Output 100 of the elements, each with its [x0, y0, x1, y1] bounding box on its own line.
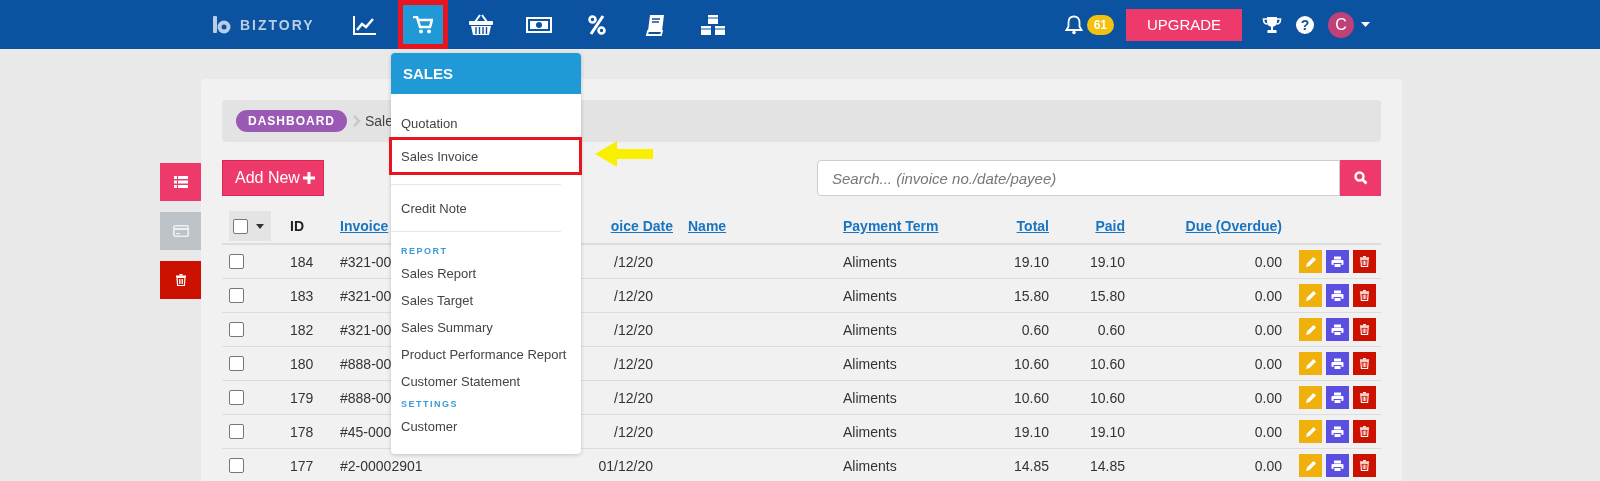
delete-button[interactable]	[1353, 454, 1376, 477]
menu-item[interactable]: Sales Report	[391, 260, 581, 287]
table-cell: 0.00	[1254, 457, 1282, 474]
print-button[interactable]	[1326, 420, 1349, 443]
delete-button[interactable]	[1353, 284, 1376, 307]
checkbox[interactable]	[233, 218, 248, 234]
chevron-icon	[353, 115, 361, 127]
bell-icon[interactable]	[1064, 14, 1083, 35]
menu-item[interactable]: Sales Summary	[391, 314, 581, 341]
table-cell: 182	[290, 321, 314, 338]
print-button[interactable]	[1326, 352, 1349, 375]
help-icon[interactable]: ?	[1296, 15, 1314, 34]
print-button[interactable]	[1326, 250, 1349, 273]
printer-icon	[1331, 255, 1344, 268]
table-cell: #321-00	[340, 287, 392, 304]
delete-button[interactable]	[1353, 352, 1376, 375]
checkbox[interactable]	[229, 254, 244, 269]
select-all-control[interactable]	[229, 211, 271, 241]
menu-item[interactable]: Credit Note	[391, 195, 581, 222]
delete-button[interactable]	[1353, 318, 1376, 341]
trash-icon	[174, 274, 187, 286]
search-button[interactable]	[1340, 160, 1381, 196]
table-cell: 15.80	[1089, 287, 1125, 304]
table-cell: 10.60	[1013, 389, 1049, 406]
print-button[interactable]	[1326, 284, 1349, 307]
pencil-icon	[1304, 459, 1317, 472]
trash-icon	[1359, 392, 1370, 403]
column-header-link[interactable]: Name	[688, 218, 727, 234]
list-button[interactable]	[160, 163, 201, 201]
breadcrumb-link[interactable]: DASHBOARD	[236, 110, 347, 132]
trash-icon	[1359, 324, 1370, 335]
pencil-icon	[1304, 255, 1317, 268]
checkbox[interactable]	[229, 288, 244, 303]
menu-item[interactable]: Customer	[391, 413, 581, 440]
trophy-icon[interactable]	[1262, 15, 1282, 34]
caret-icon[interactable]	[1361, 22, 1370, 27]
table-cell: 0.00	[1254, 423, 1282, 440]
table-cell: Aliments	[843, 287, 897, 304]
search-field[interactable]: Search... (invoice no./date/payee)	[817, 160, 1340, 196]
table-cell: #321-00	[340, 253, 392, 270]
caret-icon[interactable]	[256, 223, 264, 229]
column-header-link[interactable]: Total	[1016, 218, 1049, 234]
print-button[interactable]	[1326, 386, 1349, 409]
delete-button[interactable]	[1353, 420, 1376, 443]
avatar[interactable]: C	[1328, 11, 1354, 38]
pointer-arrow	[595, 141, 653, 167]
trash-icon	[1359, 256, 1370, 267]
checkbox[interactable]	[229, 458, 244, 473]
table-cell: 19.10	[1089, 253, 1125, 270]
table-cell: #321-00	[340, 321, 392, 338]
menu-title: SALES	[391, 53, 581, 94]
table-cell: 183	[290, 287, 314, 304]
menu-section-heading: SETTINGS	[400, 398, 459, 411]
delete-button[interactable]	[160, 261, 201, 299]
column-header-link[interactable]: Invoice	[340, 218, 389, 234]
table-cell: #45-000	[340, 423, 392, 440]
plus-icon	[302, 172, 315, 184]
menu-item[interactable]: Customer Statement	[391, 368, 581, 395]
checkbox[interactable]	[229, 356, 244, 371]
printer-icon	[1331, 357, 1344, 370]
logo-text: BIZTORY	[240, 16, 315, 33]
table-cell: 0.00	[1254, 253, 1282, 270]
table-cell: 10.60	[1089, 389, 1125, 406]
checkbox[interactable]	[229, 424, 244, 439]
search-icon	[1353, 171, 1368, 185]
menu-item[interactable]: Quotation	[391, 110, 581, 137]
table-cell: 0.00	[1254, 389, 1282, 406]
menu-section-heading: REPORT	[400, 245, 449, 258]
table-cell: 14.85	[1089, 457, 1125, 474]
checkbox[interactable]	[229, 390, 244, 405]
print-button[interactable]	[1326, 454, 1349, 477]
trash-icon	[1359, 460, 1370, 471]
column-header-link[interactable]: Paid	[1095, 218, 1125, 234]
table-cell: 14.85	[1013, 457, 1049, 474]
table-cell: 01/12/20	[598, 457, 653, 474]
table-cell: #888-00	[340, 389, 392, 406]
printer-icon	[1331, 323, 1344, 336]
notification-badge: 61	[1086, 14, 1114, 35]
table-cell: /12/20	[614, 355, 653, 372]
column-header-link[interactable]: oice Date	[610, 218, 673, 234]
menu-item[interactable]: Sales Invoice	[389, 137, 582, 175]
checkbox[interactable]	[229, 322, 244, 337]
table-cell: Aliments	[843, 321, 897, 338]
printer-icon	[1331, 459, 1344, 472]
table-cell: 0.00	[1254, 321, 1282, 338]
table-cell: Aliments	[843, 423, 897, 440]
column-header-link[interactable]: Payment Term	[843, 218, 939, 234]
menu-item[interactable]: Product Performance Report	[391, 341, 581, 368]
menu-item[interactable]: Sales Target	[391, 287, 581, 314]
table-cell: 10.60	[1089, 355, 1125, 372]
add-new-button[interactable]: Add New	[222, 160, 324, 196]
printer-icon	[1331, 289, 1344, 302]
table-cell: 0.60	[1097, 321, 1125, 338]
delete-button[interactable]	[1353, 250, 1376, 273]
breadcrumb-current: Sale	[365, 113, 394, 129]
cart-icon[interactable]	[398, 0, 448, 49]
print-button[interactable]	[1326, 318, 1349, 341]
upgrade-button[interactable]: UPGRADE	[1126, 8, 1242, 41]
delete-button[interactable]	[1353, 386, 1376, 409]
column-header-link[interactable]: Due (Overdue)	[1185, 218, 1282, 234]
